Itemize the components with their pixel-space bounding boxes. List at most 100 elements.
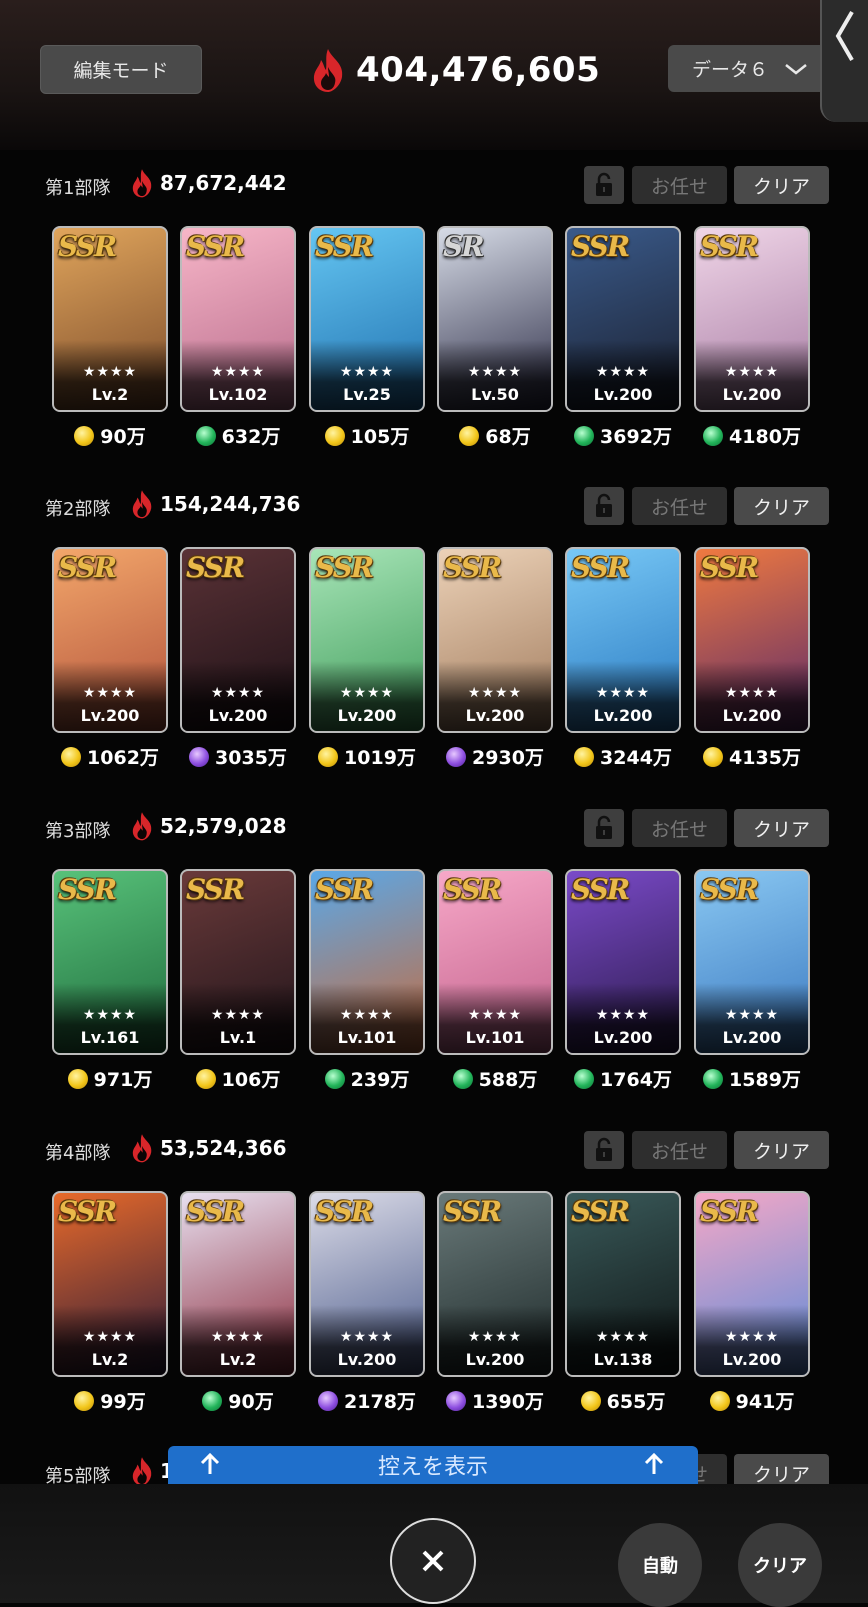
- card-level: Lv.2: [91, 385, 129, 404]
- character-card[interactable]: SSR ★★★★ Lv.2: [52, 226, 168, 412]
- card-cost-value: 4135万: [729, 747, 801, 769]
- character-card[interactable]: SSR ★★★★ Lv.200: [565, 547, 681, 733]
- character-card[interactable]: SSR ★★★★ Lv.200: [180, 547, 296, 733]
- card-cost: 655万: [565, 1387, 681, 1414]
- gold-orb-icon: [324, 425, 345, 446]
- rarity-badge: SSR: [58, 1195, 117, 1228]
- team-auto-assign-button[interactable]: お任せ: [632, 809, 727, 847]
- character-card[interactable]: SSR ★★★★ Lv.101: [309, 869, 425, 1055]
- card-cost: 632万: [180, 422, 296, 449]
- card-level: Lv.200: [337, 1350, 397, 1369]
- star-rating: ★★★★: [724, 364, 780, 380]
- team-header: 第4部隊 53,524,366 お任せ クリア: [0, 1127, 868, 1175]
- character-card[interactable]: SSR ★★★★ Lv.138: [565, 1191, 681, 1377]
- team-lock-button[interactable]: [584, 487, 624, 525]
- rarity-badge: SSR: [700, 873, 759, 906]
- rarity-badge: SSR: [58, 551, 117, 584]
- team-auto-assign-button[interactable]: お任せ: [632, 487, 727, 525]
- card-cost-value: 4180万: [729, 426, 801, 448]
- character-card[interactable]: SSR ★★★★ Lv.200: [52, 547, 168, 733]
- rarity-badge: SSR: [571, 230, 630, 263]
- team-auto-assign-button[interactable]: お任せ: [632, 1131, 727, 1169]
- card-level: Lv.200: [722, 1350, 782, 1369]
- team-clear-button[interactable]: クリア: [734, 809, 829, 847]
- card-cost: 106万: [180, 1065, 296, 1092]
- card-level: Lv.200: [722, 385, 782, 404]
- rarity-badge: SSR: [315, 551, 374, 584]
- character-card[interactable]: SSR ★★★★ Lv.2: [52, 1191, 168, 1377]
- card-cost-value: 1390万: [472, 1391, 544, 1413]
- star-rating: ★★★★: [82, 685, 138, 701]
- star-rating: ★★★★: [82, 364, 138, 380]
- character-card[interactable]: SSR ★★★★ Lv.25: [309, 226, 425, 412]
- side-panel-tab[interactable]: [820, 0, 868, 122]
- close-button[interactable]: [390, 1518, 476, 1604]
- character-card[interactable]: SSR ★★★★ Lv.200: [437, 547, 553, 733]
- card-cost: 971万: [52, 1065, 168, 1092]
- chevron-left-icon: [835, 10, 854, 62]
- team-lock-button[interactable]: [584, 809, 624, 847]
- team-section: 第3部隊 52,579,028 お任せ クリア SSR ★★★★ Lv.161 971万 SSR…: [0, 805, 868, 1091]
- card-cost-value: 3035万: [215, 747, 287, 769]
- rarity-badge: SSR: [571, 551, 630, 584]
- rarity-badge: SSR: [700, 1195, 759, 1228]
- green-orb-icon: [452, 1068, 473, 1089]
- character-card[interactable]: SSR ★★★★ Lv.101: [437, 869, 553, 1055]
- team-lock-button[interactable]: [584, 166, 624, 204]
- team-section: 第1部隊 87,672,442 お任せ クリア SSR ★★★★ Lv.2 90万 SSR ★★★…: [0, 162, 868, 448]
- data-slot-select[interactable]: データ６: [668, 45, 828, 92]
- card-level: Lv.200: [593, 1028, 653, 1047]
- character-card[interactable]: SSR ★★★★ Lv.200: [309, 547, 425, 733]
- card-cost: 90万: [52, 422, 168, 449]
- character-card[interactable]: SSR ★★★★ Lv.200: [309, 1191, 425, 1377]
- card-cost: 2178万: [309, 1387, 425, 1414]
- character-card[interactable]: SSR ★★★★ Lv.1: [180, 869, 296, 1055]
- card-cost-value: 1764万: [600, 1069, 672, 1091]
- star-rating: ★★★★: [210, 1329, 266, 1345]
- star-rating: ★★★★: [339, 364, 395, 380]
- flame-icon: [313, 49, 343, 92]
- character-card[interactable]: SSR ★★★★ Lv.200: [694, 226, 810, 412]
- card-level: Lv.25: [343, 385, 391, 404]
- character-card[interactable]: SR ★★★★ Lv.50: [437, 226, 553, 412]
- clear-all-button[interactable]: クリア: [738, 1523, 822, 1607]
- team-lock-button[interactable]: [584, 1131, 624, 1169]
- card-level: Lv.200: [465, 706, 525, 725]
- gold-orb-icon: [67, 1068, 88, 1089]
- auto-button[interactable]: 自動: [618, 1523, 702, 1607]
- card-level: Lv.200: [593, 706, 653, 725]
- team-clear-button[interactable]: クリア: [734, 166, 829, 204]
- character-card[interactable]: SSR ★★★★ Lv.200: [694, 547, 810, 733]
- card-cost-value: 239万: [350, 1069, 410, 1091]
- team-clear-button[interactable]: クリア: [734, 487, 829, 525]
- edit-mode-button[interactable]: 編集モード: [40, 45, 202, 94]
- show-reserve-button[interactable]: 控えを表示: [168, 1446, 698, 1484]
- character-card[interactable]: SSR ★★★★ Lv.200: [694, 869, 810, 1055]
- gold-orb-icon: [459, 425, 480, 446]
- data-slot-label: データ６: [692, 59, 769, 81]
- star-rating: ★★★★: [210, 685, 266, 701]
- character-card[interactable]: SSR ★★★★ Lv.200: [694, 1191, 810, 1377]
- team-power: 154,244,736: [130, 489, 300, 519]
- team-header: 第3部隊 52,579,028 お任せ クリア: [0, 805, 868, 853]
- star-rating: ★★★★: [210, 364, 266, 380]
- rarity-badge: SSR: [571, 873, 630, 906]
- team-name: 第4部隊: [45, 1143, 111, 1164]
- team-auto-assign-button[interactable]: お任せ: [632, 166, 727, 204]
- character-card[interactable]: SSR ★★★★ Lv.200: [437, 1191, 553, 1377]
- rarity-badge: SSR: [58, 230, 117, 263]
- character-card[interactable]: SSR ★★★★ Lv.200: [565, 869, 681, 1055]
- team-clear-button[interactable]: クリア: [734, 1131, 829, 1169]
- character-card[interactable]: SSR ★★★★ Lv.161: [52, 869, 168, 1055]
- star-rating: ★★★★: [724, 1007, 780, 1023]
- gold-orb-icon: [74, 1390, 95, 1411]
- card-cost-value: 2178万: [344, 1391, 416, 1413]
- card-cost-value: 90万: [228, 1391, 274, 1413]
- character-card[interactable]: SSR ★★★★ Lv.200: [565, 226, 681, 412]
- character-card[interactable]: SSR ★★★★ Lv.102: [180, 226, 296, 412]
- character-card[interactable]: SSR ★★★★ Lv.2: [180, 1191, 296, 1377]
- rarity-badge: SR: [443, 230, 484, 263]
- card-cost-value: 3244万: [600, 747, 672, 769]
- green-orb-icon: [324, 1068, 345, 1089]
- card-cost-value: 1019万: [344, 747, 416, 769]
